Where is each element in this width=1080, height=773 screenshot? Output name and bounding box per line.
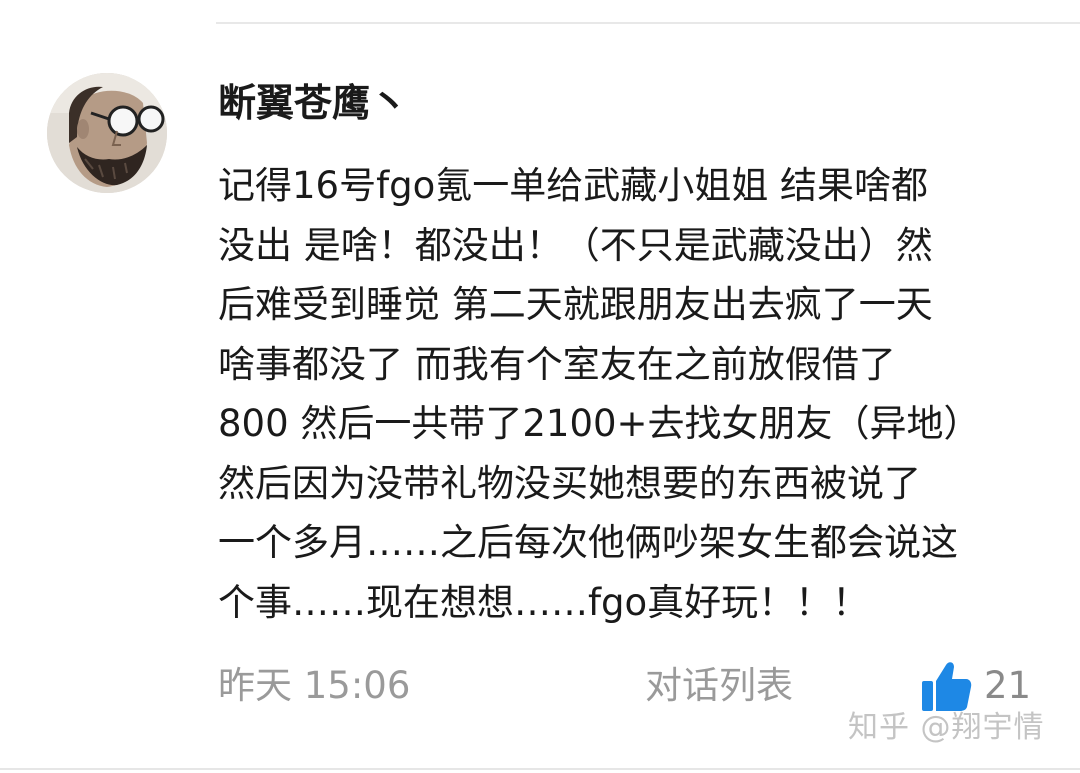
thumbs-up-icon xyxy=(922,662,972,711)
conversation-list-link[interactable]: 对话列表 xyxy=(645,662,793,710)
like-button[interactable]: 21 xyxy=(920,656,1031,716)
user-avatar[interactable] xyxy=(47,73,167,193)
comment-line: 个事……现在想想……fgo真好玩！！！ xyxy=(218,580,870,624)
comment-line: 后难受到睡觉 第二天就跟朋友出去疯了一天 xyxy=(218,283,933,326)
top-divider xyxy=(216,22,1080,24)
comment-line: 800 然后一共带了2100+去找女朋友（异地） xyxy=(218,402,981,445)
comment-line: 然后因为没带礼物没买她想要的东西被说了 xyxy=(218,461,921,505)
comment-author[interactable]: 断翼苍鹰丶 xyxy=(218,78,408,128)
comment-timestamp: 昨天 15:06 xyxy=(218,664,411,707)
comment-line: 一个多月……之后每次他俩吵架女生都会说这 xyxy=(218,521,958,564)
zhihu-watermark: 知乎 @翔宇情 xyxy=(848,710,1045,745)
comment-line: 啥事都没了 而我有个室友在之前放假借了 xyxy=(218,342,896,386)
comment-body: 记得16号fgo氪一单给武藏小姐姐 结果啥都 没出 是啥！都没出！（不只是武藏没… xyxy=(218,156,1038,632)
comment-line: 记得16号fgo氪一单给武藏小姐姐 结果啥都 xyxy=(218,164,928,207)
avatar-portrait xyxy=(47,73,167,193)
comment-line: 没出 是啥！都没出！（不只是武藏没出）然 xyxy=(218,223,933,267)
bottom-divider xyxy=(0,768,1080,770)
like-count: 21 xyxy=(984,664,1032,707)
